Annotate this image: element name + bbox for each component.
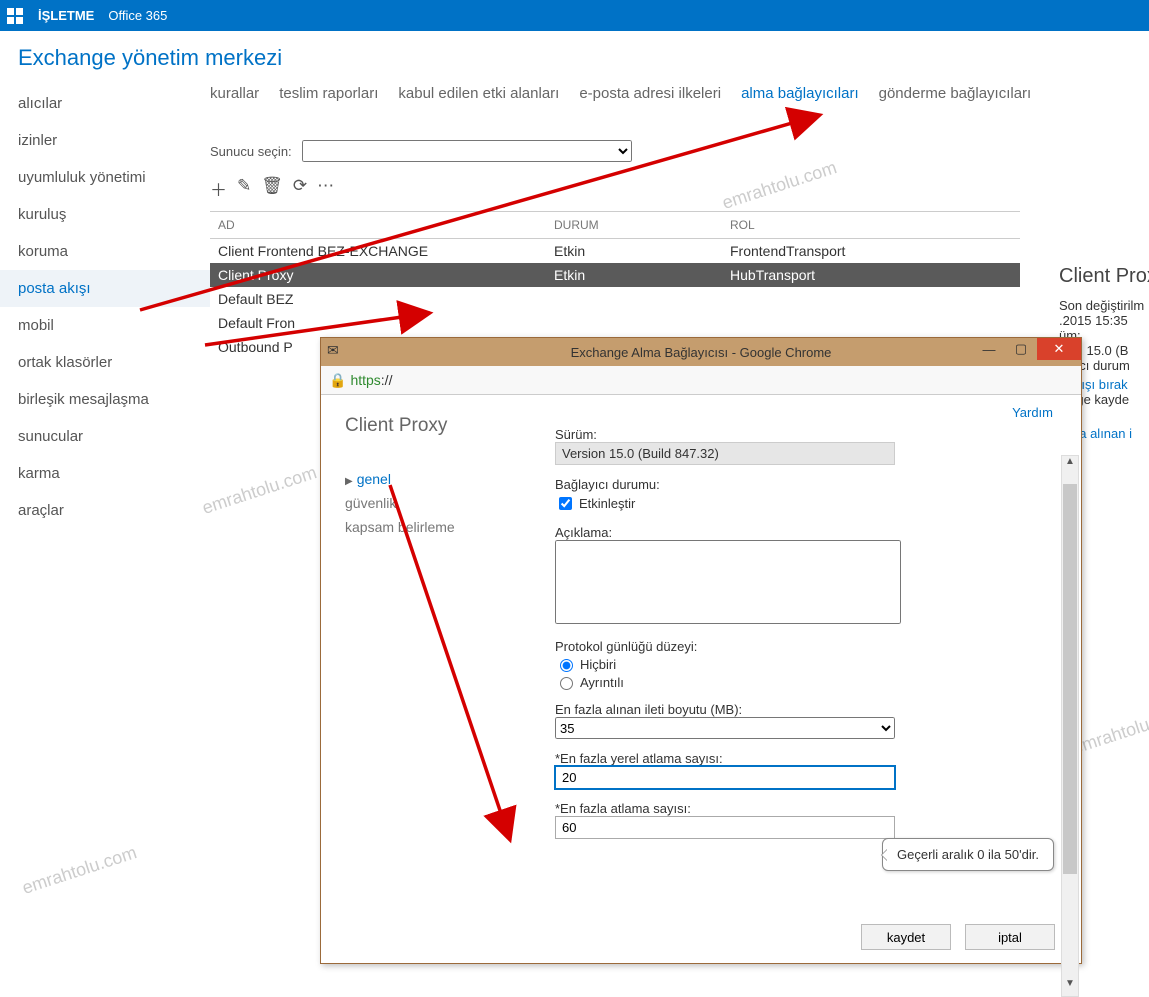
url-scheme: https [350, 372, 380, 388]
tab[interactable]: alma bağlayıcıları [741, 85, 859, 102]
table-row[interactable]: Client Frontend BEZ-EXCHANGEEtkinFronten… [210, 239, 1020, 264]
version-value: Version 15.0 (Build 847.32) [555, 442, 895, 465]
add-icon[interactable]: ＋ [210, 176, 227, 201]
refresh-icon[interactable]: ⟳ [293, 176, 307, 201]
watermark: emrahtolu.com [20, 842, 140, 899]
maxmsg-label: En fazla alınan ileti boyutu (MB): [555, 702, 1049, 717]
maxlocal-input[interactable] [555, 766, 895, 789]
proto-verbose-radio[interactable] [560, 677, 573, 690]
tab[interactable]: gönderme bağlayıcıları [879, 85, 1032, 102]
help-link[interactable]: Yardım [1012, 405, 1053, 420]
conn-status-label: Bağlayıcı durumu: [555, 477, 1049, 492]
version-label: Sürüm: [555, 427, 1049, 442]
page-title: Exchange yönetim merkezi [18, 45, 1149, 71]
maxhop-input[interactable] [555, 816, 895, 839]
tabs: kurallar teslim raporları kabul edilen etk… [210, 85, 1149, 112]
maxlocal-label: *En fazla yerel atlama sayısı: [555, 751, 1049, 766]
topbar-o365[interactable]: Office 365 [108, 8, 167, 23]
edit-icon[interactable]: ✎ [237, 176, 251, 201]
delete-icon[interactable]: 🗑 [261, 176, 283, 201]
popup-titlebar[interactable]: ✉ Exchange Alma Bağlayıcısı - Google Chr… [321, 338, 1081, 366]
col-role[interactable]: ROL [722, 212, 1020, 239]
popup-title-text: Exchange Alma Bağlayıcısı - Google Chrom… [571, 345, 832, 360]
desc-label: Açıklama: [555, 525, 1049, 540]
tab[interactable]: e-posta adresi ilkeleri [579, 85, 721, 102]
sidebar-item[interactable]: sunucular [0, 418, 210, 455]
close-button[interactable]: ✕ [1037, 338, 1081, 360]
table-row[interactable]: Client ProxyEtkinHubTransport [210, 263, 1020, 287]
sidebar-item[interactable]: koruma [0, 233, 210, 270]
app-logo-icon [6, 7, 24, 25]
dialog-title: Client Proxy [345, 415, 545, 437]
nav-security[interactable]: güvenlik [345, 491, 545, 515]
sidebar: alıcılarizinleruyumluluk yönetimikuruluş… [0, 85, 210, 529]
scroll-up-icon[interactable]: ▲ [1062, 456, 1078, 474]
sidebar-item[interactable]: mobil [0, 307, 210, 344]
sidebar-item[interactable]: kuruluş [0, 196, 210, 233]
scroll-thumb[interactable] [1063, 484, 1077, 874]
tab[interactable]: kabul edilen etki alanları [398, 85, 559, 102]
minimize-button[interactable]: ― [973, 338, 1005, 360]
details-title: Client Prox [1059, 265, 1149, 288]
sidebar-item[interactable]: izinler [0, 122, 210, 159]
topbar-brand[interactable]: İŞLETME [38, 8, 94, 23]
maximize-button[interactable]: ▢ [1005, 338, 1037, 360]
proto-none-radio[interactable] [560, 659, 573, 672]
sidebar-item[interactable]: araçlar [0, 492, 210, 529]
col-name[interactable]: AD [210, 212, 546, 239]
toolbar: ＋ ✎ 🗑 ⟳ ⋯ [210, 176, 1149, 201]
sidebar-item[interactable]: alıcılar [0, 85, 210, 122]
table-row[interactable]: Default Fron [210, 311, 1020, 335]
sidebar-item[interactable]: ortak klasörler [0, 344, 210, 381]
popup-app-icon: ✉ [327, 342, 339, 359]
server-select[interactable] [302, 140, 632, 162]
enable-checkbox[interactable] [559, 497, 572, 510]
maxmsg-select[interactable]: 35 [555, 717, 895, 739]
url-input[interactable] [396, 372, 1073, 389]
validation-tooltip: Geçerli aralık 0 ila 50'dir. [882, 838, 1054, 871]
proto-label: Protokol günlüğü düzeyi: [555, 639, 1049, 654]
tab[interactable]: teslim raporları [279, 85, 378, 102]
tab[interactable]: kurallar [210, 85, 259, 102]
maxhop-label: *En fazla atlama sayısı: [555, 801, 1049, 816]
cancel-button[interactable]: iptal [965, 924, 1055, 950]
address-bar[interactable]: 🔒 https:// [321, 366, 1081, 395]
more-icon[interactable]: ⋯ [317, 176, 334, 201]
nav-general[interactable]: ▶genel [345, 467, 545, 491]
sidebar-item[interactable]: posta akışı [0, 270, 210, 307]
sidebar-item[interactable]: uyumluluk yönetimi [0, 159, 210, 196]
sidebar-item[interactable]: karma [0, 455, 210, 492]
server-select-label: Sunucu seçin: [210, 144, 292, 159]
description-textarea[interactable] [555, 540, 901, 624]
save-button[interactable]: kaydet [861, 924, 951, 950]
table-row[interactable]: Default BEZ [210, 287, 1020, 311]
nav-scoping[interactable]: kapsam belirleme [345, 515, 545, 539]
popup-scrollbar[interactable]: ▲ ▼ [1061, 455, 1079, 997]
sidebar-item[interactable]: birleşik mesajlaşma [0, 381, 210, 418]
enable-label: Etkinleştir [579, 496, 635, 511]
col-status[interactable]: DURUM [546, 212, 722, 239]
lock-icon: 🔒 [329, 372, 346, 389]
top-bar: İŞLETME Office 365 [0, 0, 1149, 31]
